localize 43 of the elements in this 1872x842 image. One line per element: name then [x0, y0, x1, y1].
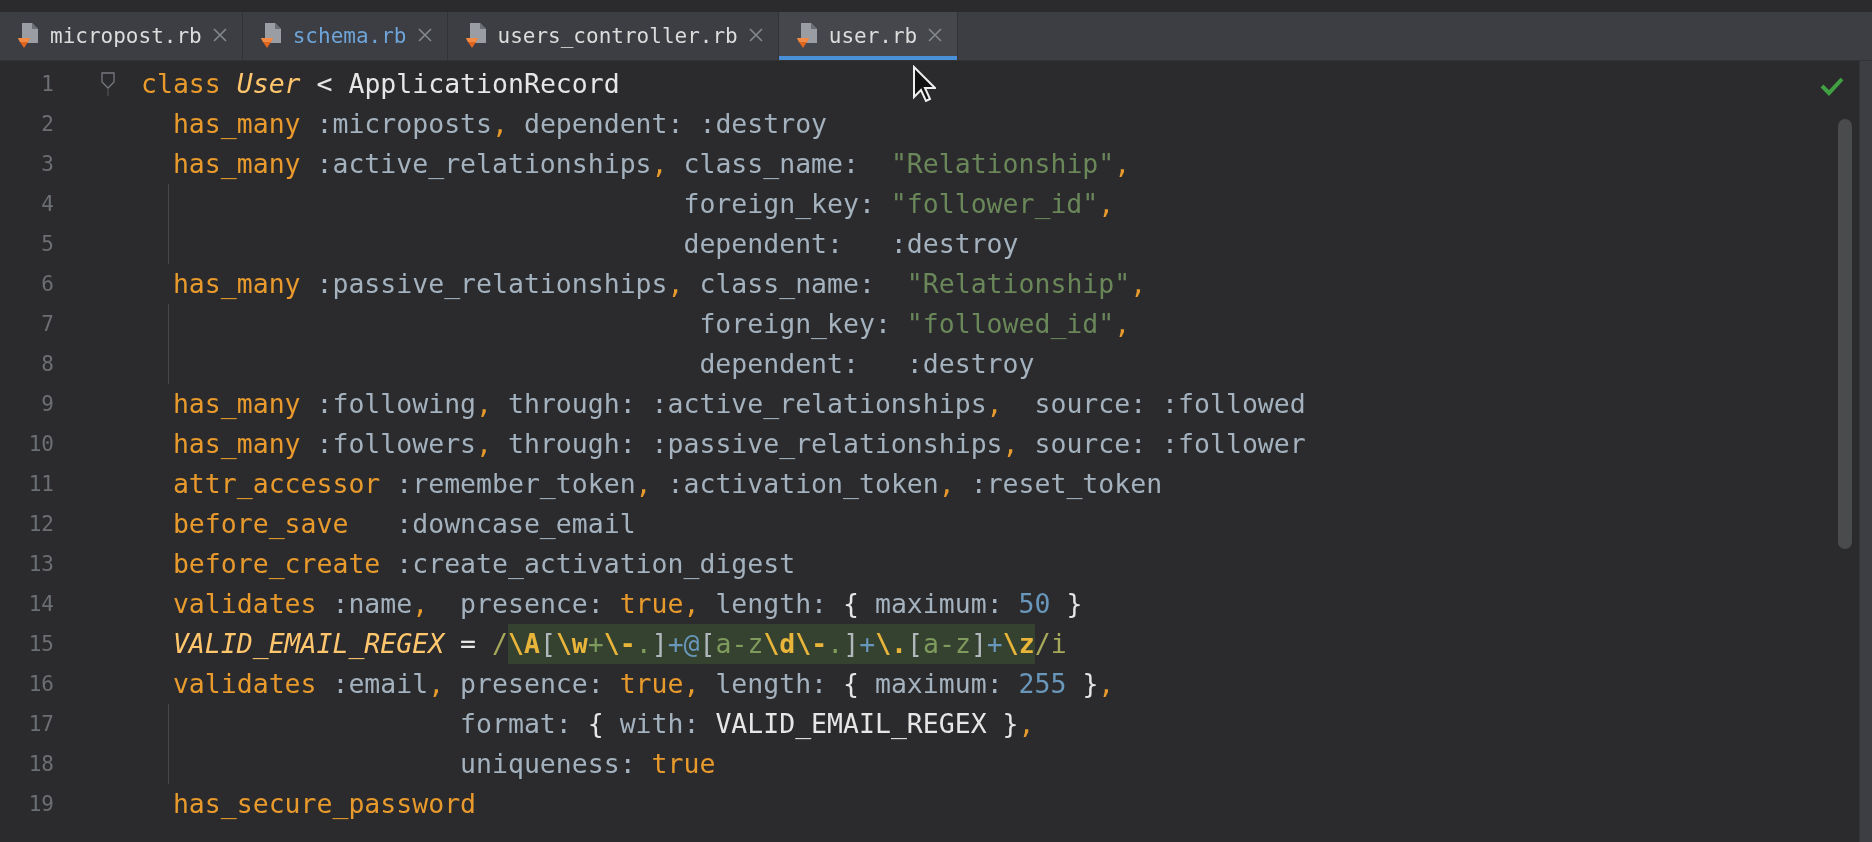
ruby-file-icon	[16, 22, 40, 50]
file-tab[interactable]: micropost.rb	[0, 12, 243, 60]
line-number: 12	[27, 511, 54, 538]
line-number: 3	[40, 151, 54, 178]
ruby-file-icon	[258, 22, 283, 50]
code-line: has_secure_password	[171, 787, 477, 821]
line-number: 8	[40, 351, 54, 378]
file-tab[interactable]: user.rb	[778, 12, 959, 60]
code-line: has_many :following, through: :active_relationships, source: :followed	[171, 387, 1306, 421]
code-line: has_many :followers, through: :passive_relationships, source: :follower	[171, 427, 1306, 461]
code-line: attr_accessor :remember_token, :activation_token, :reset_token	[171, 467, 1163, 501]
line-number: 5	[40, 231, 54, 258]
code-line: class User < ApplicationRecord	[141, 67, 620, 101]
code-line: before_save :downcase_email	[171, 507, 636, 541]
line-number: 16	[27, 671, 54, 698]
line-number: 18	[27, 751, 54, 778]
line-number: 1	[40, 71, 54, 98]
mouse-pointer-icon	[912, 65, 936, 105]
fold-marker-icon[interactable]	[100, 72, 116, 96]
scrollbar-thumb[interactable]	[1838, 119, 1852, 549]
line-number: 14	[27, 591, 54, 618]
line-number: 15	[27, 631, 54, 658]
line-number: 11	[27, 471, 54, 498]
line-number: 4	[40, 191, 54, 218]
code-line: has_many :passive_relationships, class_name: "Relationship",	[171, 267, 1147, 301]
check-icon[interactable]	[1820, 76, 1844, 96]
code-line: before_create :create_activation_digest	[171, 547, 796, 581]
ruby-file-icon	[794, 22, 819, 50]
line-number: 6	[40, 271, 54, 298]
line-number: 9	[40, 391, 54, 418]
line-number: 19	[27, 791, 54, 818]
code-line: validates :name, presence: true, length: { maximum: 50 }	[171, 587, 1083, 621]
code-line: has_many :microposts, dependent: :destroy	[171, 107, 828, 141]
file-tab[interactable]: schema.rb	[242, 12, 448, 60]
line-number: 17	[27, 711, 54, 738]
code-line: validates :email, presence: true, length: { maximum: 255 },	[171, 667, 1115, 701]
line-number: 2	[40, 111, 54, 138]
code-line: has_many :active_relationships, class_name: "Relationship",	[171, 147, 1131, 181]
line-number: 7	[40, 311, 54, 338]
line-number: 13	[27, 551, 54, 578]
line-number: 10	[27, 431, 54, 458]
ruby-file-icon	[463, 22, 488, 50]
file-tab[interactable]: users_controller.rb	[447, 12, 779, 60]
